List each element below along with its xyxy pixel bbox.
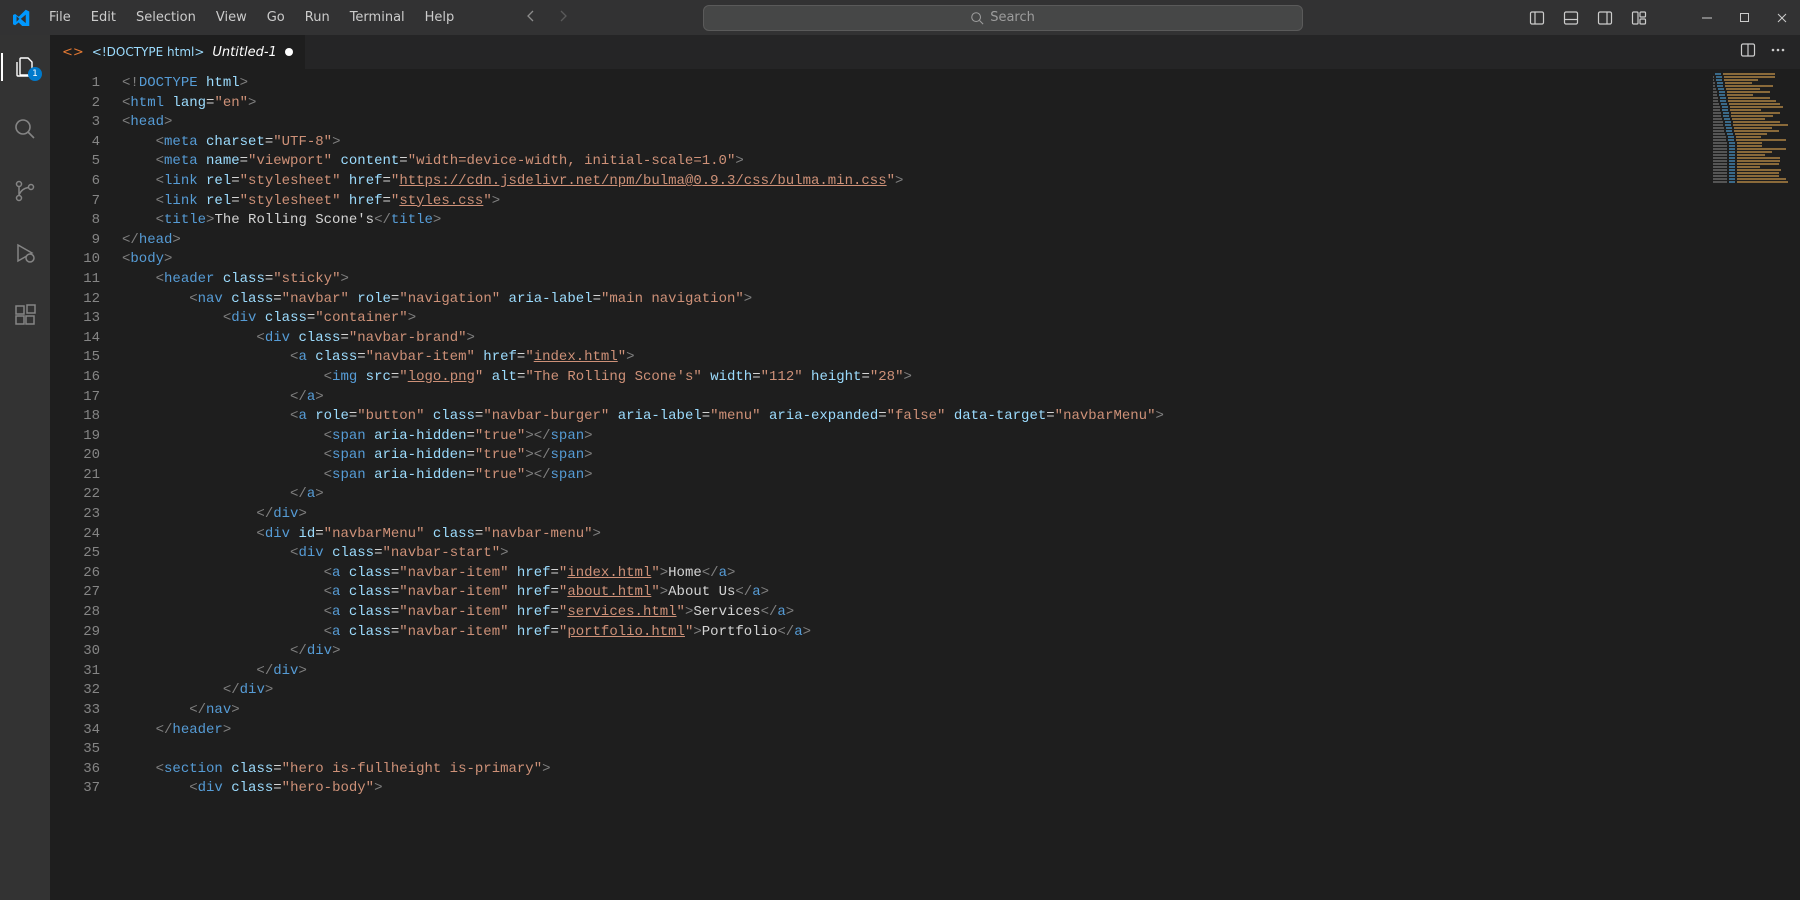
- menu-help[interactable]: Help: [416, 6, 464, 29]
- menu-terminal[interactable]: Terminal: [341, 6, 414, 29]
- split-editor-icon[interactable]: [1740, 42, 1756, 62]
- extensions-icon: [13, 303, 37, 327]
- minimap-content: [1713, 73, 1797, 184]
- code-content[interactable]: <!DOCTYPE html><html lang="en"><head> <m…: [120, 70, 1710, 900]
- vscode-logo-icon: [12, 9, 30, 27]
- window-controls: [1529, 10, 1792, 26]
- activity-extensions[interactable]: [1, 295, 49, 335]
- more-actions-icon[interactable]: [1770, 42, 1786, 62]
- tab-untitled-1[interactable]: <> <!DOCTYPE html> Untitled-1: [50, 35, 306, 69]
- search-icon: [970, 11, 984, 25]
- unsaved-dot-icon: [285, 48, 293, 56]
- menu-run[interactable]: Run: [296, 6, 339, 29]
- activity-search[interactable]: [1, 109, 49, 149]
- activity-run-debug[interactable]: [1, 233, 49, 273]
- editor-body: 1234567891011121314151617181920212223242…: [50, 70, 1800, 900]
- activity-explorer[interactable]: 1: [1, 47, 49, 87]
- tab-filename: Untitled-1: [212, 45, 276, 60]
- editor-actions: [1726, 42, 1800, 62]
- editor-area: <> <!DOCTYPE html> Untitled-1 1234567891…: [50, 35, 1800, 900]
- line-number-gutter: 1234567891011121314151617181920212223242…: [50, 70, 120, 900]
- explorer-badge: 1: [28, 67, 42, 81]
- menu-view[interactable]: View: [207, 6, 256, 29]
- menu-edit[interactable]: Edit: [82, 6, 125, 29]
- tab-doctype-label: <!DOCTYPE html>: [92, 45, 205, 59]
- customize-layout-icon[interactable]: [1631, 10, 1647, 26]
- source-control-icon: [13, 179, 37, 203]
- tab-bar: <> <!DOCTYPE html> Untitled-1: [50, 35, 1800, 70]
- menu-selection[interactable]: Selection: [127, 6, 205, 29]
- search-placeholder: Search: [990, 10, 1035, 25]
- nav-arrows: [523, 8, 571, 28]
- minimap[interactable]: [1710, 70, 1800, 900]
- title-bar: File Edit Selection View Go Run Terminal…: [0, 0, 1800, 35]
- command-center-search[interactable]: Search: [703, 5, 1303, 31]
- debug-icon: [13, 241, 37, 265]
- html-file-icon: <>: [62, 45, 84, 60]
- menu-file[interactable]: File: [40, 6, 80, 29]
- menu-bar: File Edit Selection View Go Run Terminal…: [40, 6, 463, 29]
- menu-go[interactable]: Go: [258, 6, 294, 29]
- nav-back-icon[interactable]: [523, 8, 539, 28]
- maximize-icon[interactable]: [1735, 12, 1754, 23]
- search-icon: [13, 117, 37, 141]
- toggle-panel-icon[interactable]: [1563, 10, 1579, 26]
- minimize-icon[interactable]: [1697, 12, 1717, 24]
- nav-forward-icon[interactable]: [555, 8, 571, 28]
- toggle-primary-sidebar-icon[interactable]: [1529, 10, 1545, 26]
- toggle-secondary-sidebar-icon[interactable]: [1597, 10, 1613, 26]
- activity-source-control[interactable]: [1, 171, 49, 211]
- close-icon[interactable]: [1772, 12, 1792, 24]
- activity-bar: 1: [0, 35, 50, 900]
- workspace: 1 <> <!DOCTYPE html> Untitled-1: [0, 35, 1800, 900]
